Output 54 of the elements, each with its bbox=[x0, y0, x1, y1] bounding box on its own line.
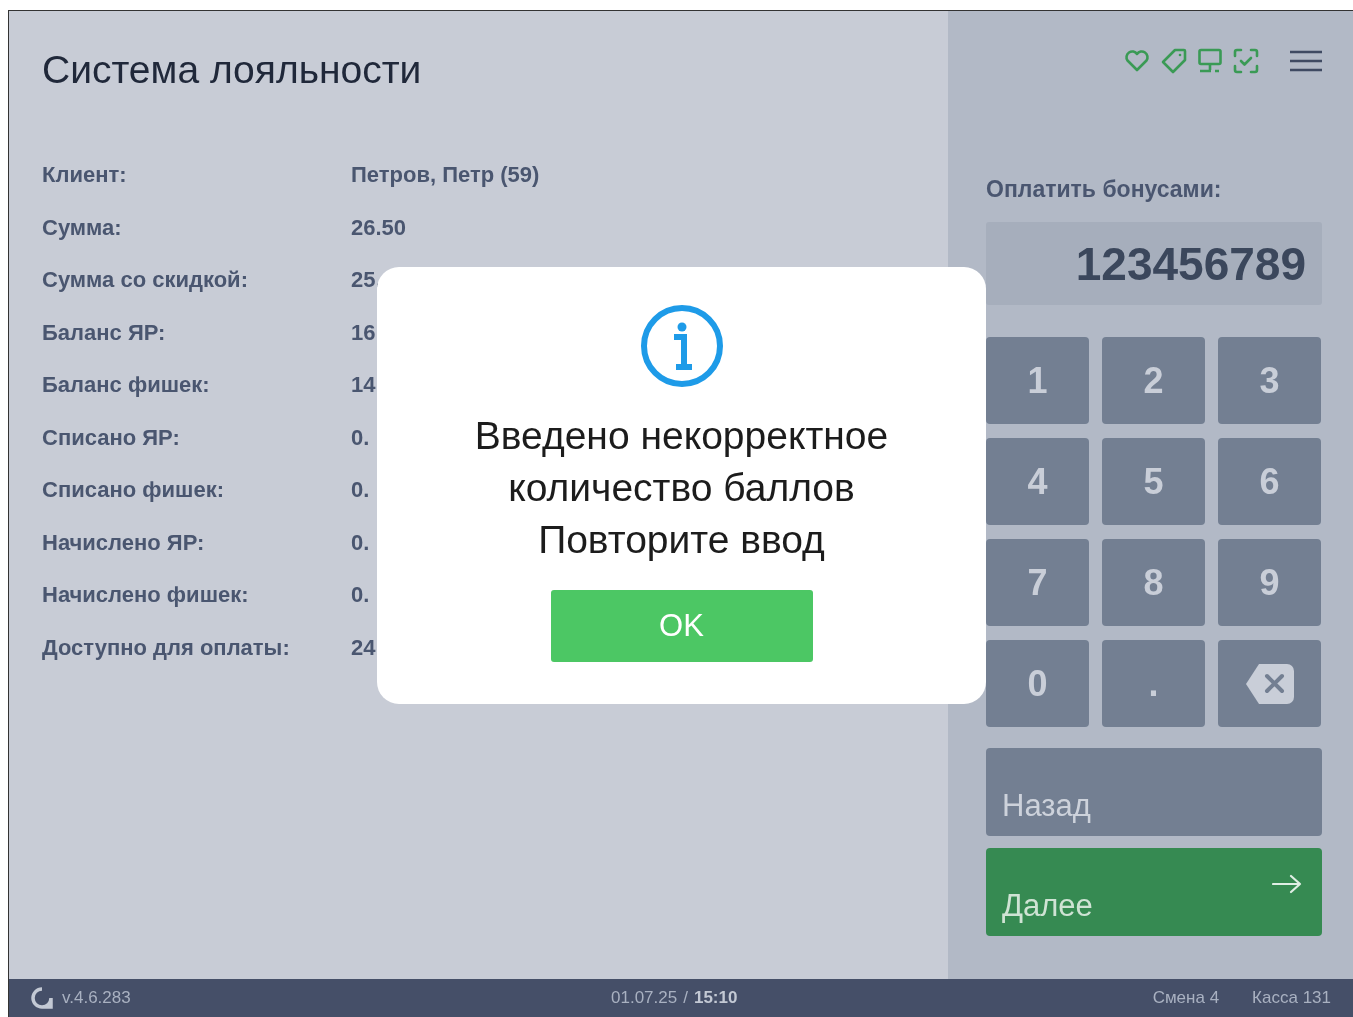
date-text: 01.07.25 bbox=[611, 988, 678, 1008]
pay-label: Оплатить бонусами: bbox=[986, 175, 1222, 203]
field-value: 14 bbox=[351, 372, 376, 398]
tag-icon[interactable] bbox=[1161, 48, 1187, 74]
screen-title: Система лояльности bbox=[42, 47, 423, 93]
field-value: 26.50 bbox=[351, 214, 407, 241]
next-button[interactable]: Далее bbox=[986, 848, 1322, 936]
field-label: Клиент: bbox=[42, 162, 127, 188]
error-message: Введено некорректное количество баллов Повторите ввод bbox=[474, 413, 889, 563]
register-text: Касса 131 bbox=[1252, 988, 1331, 1008]
back-button[interactable]: Назад bbox=[986, 748, 1322, 836]
arrow-right-icon bbox=[1272, 874, 1302, 894]
field-label: Начислено фишек: bbox=[42, 582, 249, 608]
field-label: Списано фишек: bbox=[42, 477, 224, 503]
keypad-key[interactable]: 7 bbox=[986, 539, 1089, 626]
field-value: 24 bbox=[351, 634, 376, 661]
field-label: Баланс ЯР: bbox=[42, 319, 166, 346]
field-label: Баланс фишек: bbox=[42, 372, 210, 398]
separator-text: / bbox=[683, 988, 688, 1008]
field-value: 25. bbox=[351, 267, 382, 293]
keypad-key[interactable]: 8 bbox=[1102, 539, 1205, 626]
menu-icon[interactable] bbox=[1290, 50, 1322, 72]
field-value: Петров, Петр (59) bbox=[351, 162, 540, 188]
field-label: Сумма со скидкой: bbox=[42, 267, 248, 293]
scan-check-icon[interactable] bbox=[1233, 48, 1259, 74]
keypad-key[interactable]: 6 bbox=[1218, 438, 1321, 525]
shift-text: Смена 4 bbox=[1152, 988, 1220, 1008]
keypad-key[interactable]: 1 bbox=[986, 337, 1089, 424]
keypad-key[interactable]: 0 bbox=[986, 640, 1089, 727]
field-label: Начислено ЯР: bbox=[42, 529, 205, 556]
field-label: Списано ЯР: bbox=[42, 424, 180, 451]
keypad-key[interactable]: 5 bbox=[1102, 438, 1205, 525]
keypad-key[interactable]: 2 bbox=[1102, 337, 1205, 424]
field-value: 0. bbox=[351, 477, 370, 503]
backspace-icon bbox=[1244, 662, 1295, 705]
field-value: 0. bbox=[351, 424, 370, 451]
keypad-key[interactable]: 3 bbox=[1218, 337, 1321, 424]
field-value: 0. bbox=[351, 529, 370, 556]
keypad-key[interactable]: . bbox=[1102, 640, 1205, 727]
version-text: v.4.6.283 bbox=[62, 988, 131, 1008]
app-logo-icon bbox=[31, 987, 53, 1009]
info-icon bbox=[639, 304, 724, 388]
field-label: Доступно для оплаты: bbox=[42, 634, 290, 661]
field-label: Сумма: bbox=[42, 214, 122, 241]
amount-display[interactable]: 123456789 bbox=[986, 222, 1322, 305]
monitor-icon[interactable] bbox=[1197, 48, 1223, 74]
backspace-key[interactable] bbox=[1218, 640, 1321, 727]
ok-button[interactable]: OK bbox=[550, 590, 813, 662]
time-text: 15:10 bbox=[693, 988, 738, 1008]
keypad-key[interactable]: 9 bbox=[1218, 539, 1321, 626]
heart-icon[interactable] bbox=[1124, 49, 1150, 73]
field-value: 0. bbox=[351, 582, 370, 608]
field-value: 16 bbox=[351, 319, 376, 346]
keypad-key[interactable]: 4 bbox=[986, 438, 1089, 525]
